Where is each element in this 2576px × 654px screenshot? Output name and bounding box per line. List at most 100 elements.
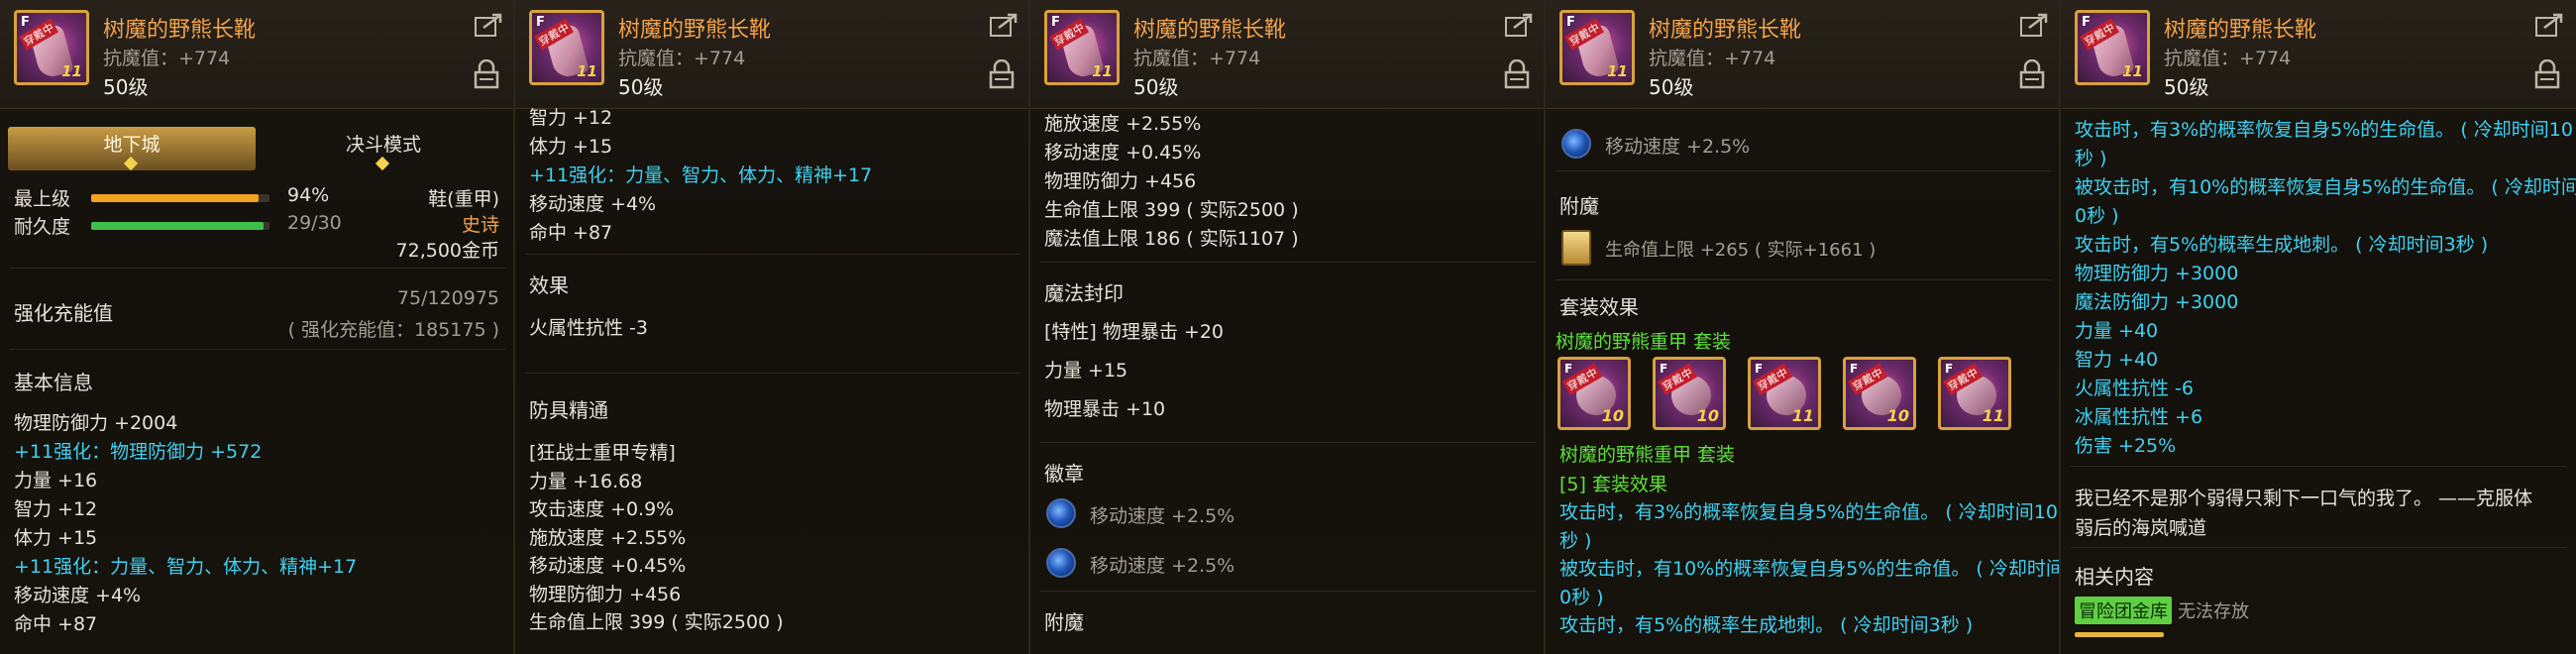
stat-line: 智力 +12 (14, 498, 98, 520)
stat-line: 施放速度 +2.55% (1044, 113, 1202, 135)
price: 72,500金币 (395, 240, 499, 262)
tooltip-panel-1: F 穿戴中 11 树魔的野熊长靴 抗魔值：+774 50级 地下城 决斗模式 最… (0, 0, 515, 654)
item-resist: 抗魔值：+774 (618, 48, 746, 69)
stat-line: 物理防御力 +2004 (14, 412, 178, 434)
stat-line: +11强化：力量、智力、体力、精神+17 (14, 556, 358, 578)
stat-line: 力量 +16.68 (529, 470, 643, 492)
share-icon[interactable] (989, 12, 1019, 38)
share-icon[interactable] (2019, 12, 2049, 38)
item-plus: 11 (1607, 62, 1628, 80)
tab-label: 地下城 (103, 134, 161, 156)
stat-line: 移动速度 +0.45% (1044, 142, 1202, 164)
mode-tabs: 地下城 决斗模式 (8, 127, 507, 171)
rarity: 史诗 (461, 214, 499, 236)
item-icon[interactable]: F 穿戴中 11 (2075, 10, 2150, 85)
item-rank: F (1051, 15, 1060, 30)
tooltip-panel-5: F 穿戴中 11 树魔的野熊长靴 抗魔值：+774 50级 攻击时，有3%的概率… (2061, 0, 2576, 654)
rune-icon (1046, 498, 1076, 528)
stat-line: 秒 ) (1559, 529, 1592, 552)
tooltip-panel-4: F 穿戴中 11 树魔的野熊长靴 抗魔值：+774 50级 移动速度 +2.5%… (1546, 0, 2061, 654)
emblem-title: 徽章 (1044, 462, 1084, 486)
stat-line: 移动速度 +0.45% (529, 555, 687, 577)
item-header: F 穿戴中 11 树魔的野熊长靴 抗魔值：+774 50级 (1546, 0, 2059, 109)
item-resist: 抗魔值：+774 (1649, 48, 1776, 69)
rune-icon (1561, 129, 1591, 159)
set-title: 套装效果 (1559, 295, 1639, 319)
lock-icon[interactable] (2019, 59, 2045, 89)
stat-line: 秒 ) (2075, 148, 2107, 169)
item-icon[interactable]: F 穿戴中 11 (529, 10, 604, 85)
item-header: F 穿戴中 11 树魔的野熊长靴 抗魔值：+774 50级 (1030, 0, 1544, 109)
vault-tag[interactable]: 冒险团金库 (2075, 597, 2172, 624)
flavor-text-2: 弱后的海岚喊道 (2075, 517, 2207, 539)
stat-line: 火属性抗性 -6 (2075, 378, 2194, 399)
tooltip-strip: F 穿戴中 11 树魔的野熊长靴 抗魔值：+774 50级 地下城 决斗模式 最… (0, 0, 2576, 654)
item-name: 树魔的野熊长靴 (618, 18, 772, 43)
share-icon[interactable] (474, 12, 503, 38)
durability-value: 29/30 (287, 212, 342, 234)
enchant-line: 生命值上限 +265 ( 实际+1661 ) (1605, 240, 1877, 261)
item-icon[interactable]: F 穿戴中 11 (1559, 10, 1635, 85)
stat-line: 体力 +15 (529, 136, 613, 158)
charge-label: 强化充能值 (14, 301, 113, 325)
emblem-line: 移动速度 +2.5% (1090, 505, 1235, 527)
stat-line: 生命值上限 399 ( 实际2500 ) (1044, 199, 1299, 221)
item-resist: 抗魔值：+774 (103, 48, 231, 69)
item-level: 50级 (1649, 75, 1694, 99)
stat-line: +11强化：物理防御力 +572 (14, 441, 263, 463)
tab-pvp[interactable]: 决斗模式 (260, 127, 507, 171)
charge-sub: ( 强化充能值：185175 ) (287, 319, 499, 341)
set-item-icon[interactable]: F 穿戴中 10 (1557, 357, 1631, 430)
stat-line: 被攻击时，有10%的概率恢复自身5%的生命值。 ( 冷却时间1 (2075, 176, 2576, 198)
stat-line: 施放速度 +2.55% (529, 526, 687, 549)
vault-underline (2075, 632, 2164, 637)
set-item-icon[interactable]: F 穿戴中 10 (1653, 357, 1726, 430)
stat-line: 物理暴击 +10 (1044, 398, 1166, 420)
enchant-title: 附魔 (1044, 610, 1084, 634)
stat-line: [狂战士重甲专精] (529, 442, 676, 464)
set-item-icon[interactable]: F 穿戴中 10 (1843, 357, 1916, 430)
tab-label: 决斗模式 (345, 134, 421, 156)
item-rank: F (21, 15, 30, 30)
durability-bar (91, 222, 269, 230)
stat-line: 力量 +40 (2075, 320, 2159, 342)
share-icon[interactable] (2534, 12, 2564, 38)
stat-line: 力量 +16 (14, 470, 98, 491)
set-item-icon[interactable]: F 穿戴中 11 (1748, 357, 1821, 430)
tab-dungeon[interactable]: 地下城 (8, 127, 256, 171)
max-level-label: 最上级 (14, 188, 71, 210)
lock-icon[interactable] (474, 59, 499, 89)
item-rank: F (1945, 362, 1954, 376)
item-icon[interactable]: F 穿戴中 11 (1044, 10, 1120, 85)
item-header: F 穿戴中 11 树魔的野熊长靴 抗魔值：+774 50级 (2061, 0, 2576, 109)
related-title: 相关内容 (2075, 565, 2154, 589)
effect-line: 火属性抗性 -3 (529, 317, 648, 339)
tooltip-panel-3: F 穿戴中 11 树魔的野熊长靴 抗魔值：+774 50级 施放速度 +2.55… (1030, 0, 1546, 654)
set-item-icon[interactable]: F 穿戴中 11 (1938, 357, 2011, 430)
vault-note: 无法存放 (2178, 601, 2249, 622)
item-header: F 穿戴中 11 树魔的野熊长靴 抗魔值：+774 50级 (515, 0, 1028, 109)
item-header: F 穿戴中 11 树魔的野熊长靴 抗魔值：+774 50级 (0, 0, 513, 109)
stat-line: 生命值上限 399 ( 实际2500 ) (529, 611, 784, 633)
item-plus: 11 (1092, 62, 1113, 80)
stat-line: 力量 +15 (1044, 360, 1128, 382)
max-level-value: 94% (287, 184, 330, 206)
stat-line: 被攻击时，有10%的概率恢复自身5%的生命值。 ( 冷却时间1 (1559, 558, 2061, 580)
item-plus: 11 (61, 62, 82, 80)
durability-label: 耐久度 (14, 216, 71, 238)
stat-line: +11强化：力量、智力、体力、精神+17 (529, 164, 873, 186)
stat-line: 攻击时，有3%的概率恢复自身5%的生命值。 ( 冷却时间10 (1559, 501, 2058, 523)
stat-line: 命中 +87 (14, 613, 98, 635)
mastery-title: 防具精通 (529, 398, 608, 422)
tooltip-panel-2: F 穿戴中 11 树魔的野熊长靴 抗魔值：+774 50级 智力 +12 体力 +… (515, 0, 1030, 654)
item-icon[interactable]: F 穿戴中 11 (14, 10, 89, 85)
lock-icon[interactable] (989, 59, 1015, 89)
item-level: 50级 (1133, 75, 1179, 99)
share-icon[interactable] (1504, 12, 1534, 38)
item-plus: 11 (1791, 406, 1814, 425)
item-resist: 抗魔值：+774 (1133, 48, 1261, 69)
lock-icon[interactable] (2534, 59, 2560, 89)
lock-icon[interactable] (1504, 59, 1530, 89)
item-rank: F (1755, 362, 1764, 376)
emblem-line: 移动速度 +2.5% (1090, 555, 1235, 577)
